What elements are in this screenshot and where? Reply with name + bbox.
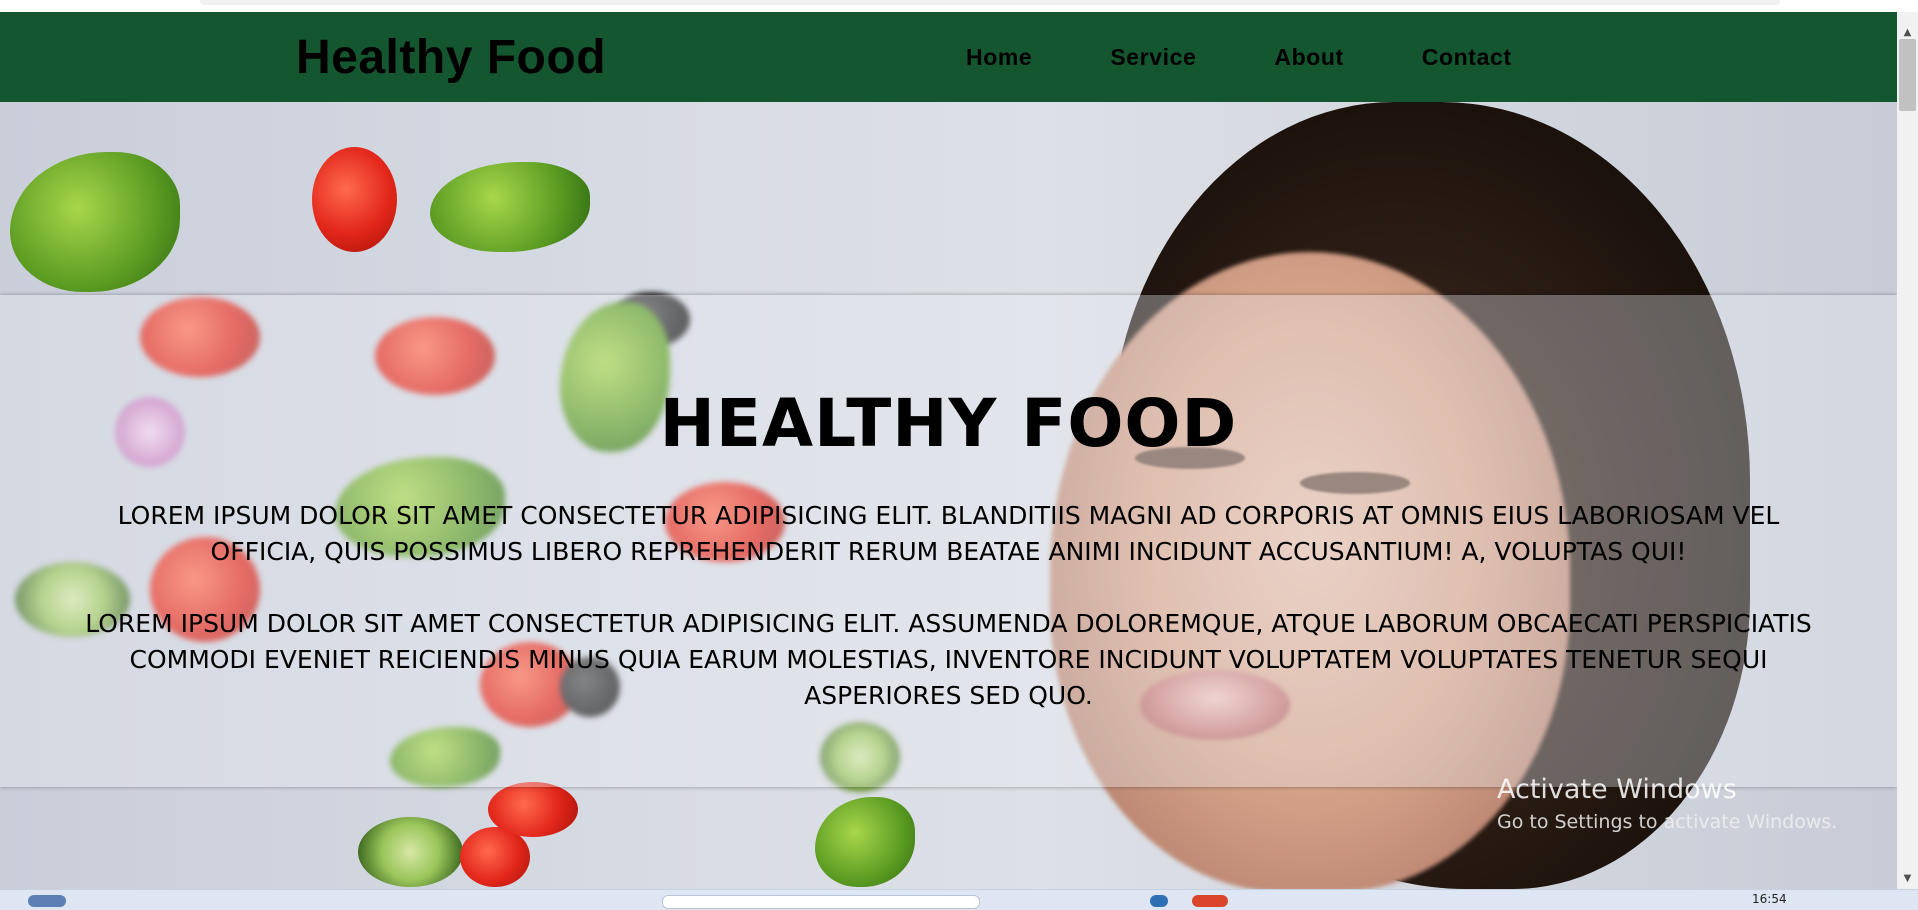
lettuce-decoration [815, 797, 915, 887]
hero-paragraph-1: Lorem ipsum dolor sit amet consectetur a… [117, 501, 1780, 566]
arugula-decoration [430, 162, 590, 252]
nav-about[interactable]: About [1274, 44, 1343, 71]
vertical-scrollbar[interactable]: ▲ ▼ [1897, 12, 1918, 889]
hero-paragraph-2: Lorem ipsum dolor sit amet consectetur a… [85, 609, 1812, 710]
tomato-decoration [488, 782, 578, 837]
taskbar-search[interactable] [662, 895, 980, 909]
navbar: Healthy Food Home Service About Contact [0, 12, 1897, 102]
start-button[interactable] [28, 895, 66, 907]
chevron-down-icon[interactable]: ▼ [1897, 870, 1918, 887]
watermark-title: Activate Windows [1497, 774, 1737, 805]
scrollbar-thumb[interactable] [1899, 39, 1916, 111]
taskbar-app-icon[interactable] [1192, 895, 1228, 907]
tomato-decoration [460, 827, 530, 887]
windows-activation-watermark: Activate Windows Go to Settings to activ… [1497, 774, 1837, 833]
browser-top-bar [200, 0, 1780, 5]
taskbar-clock[interactable]: 16:54 [1752, 892, 1787, 906]
taskbar: 16:54 [0, 889, 1918, 910]
hero-title: HEALTHY FOOD [659, 385, 1238, 462]
taskbar-app-icon[interactable] [1150, 895, 1168, 907]
tomato-decoration [312, 147, 397, 252]
brand-logo[interactable]: Healthy Food [296, 30, 606, 85]
lettuce-decoration [10, 152, 180, 292]
nav-service[interactable]: Service [1110, 44, 1196, 71]
nav-home[interactable]: Home [966, 44, 1032, 71]
watermark-subtitle: Go to Settings to activate Windows. [1497, 811, 1838, 833]
main-nav: Home Service About Contact [966, 44, 1512, 71]
nav-contact[interactable]: Contact [1422, 44, 1512, 71]
hero-section: HEALTHY FOOD Lorem ipsum dolor sit amet … [0, 102, 1897, 889]
cucumber-decoration [358, 817, 463, 887]
